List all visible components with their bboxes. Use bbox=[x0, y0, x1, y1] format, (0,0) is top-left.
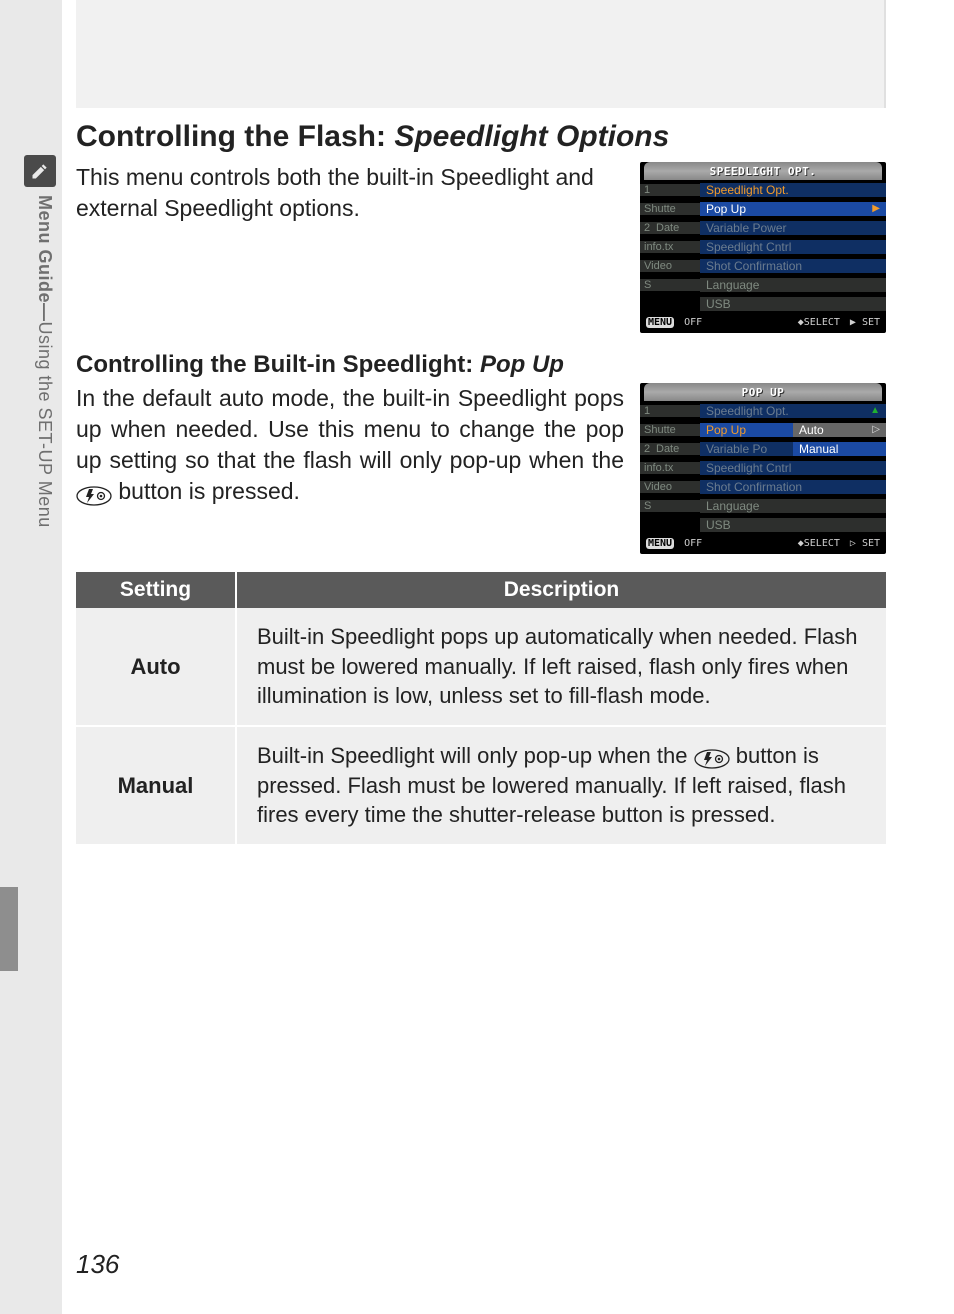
side-tab-label: Menu Guide—Using the SET-UP Menu bbox=[34, 195, 55, 528]
lcd2-r1l: Shutte bbox=[640, 424, 700, 436]
lcd2-r3l: info.tx bbox=[640, 462, 700, 474]
lcd2-set: SET bbox=[862, 538, 880, 549]
lcd1-side-s: S bbox=[644, 279, 656, 291]
lcd2-off: OFF bbox=[684, 538, 702, 549]
row-manual-desc: Built-in Speedlight will only pop-up whe… bbox=[236, 726, 886, 844]
lcd2-r1r: Auto bbox=[799, 423, 824, 437]
section2-heading-italic: Pop Up bbox=[480, 351, 564, 378]
section2-body-pre: In the default auto mode, the built-in S… bbox=[76, 385, 624, 473]
lcd2-r6: USB bbox=[700, 518, 886, 532]
table-row: Manual Built-in Speedlight will only pop… bbox=[76, 726, 886, 844]
lcd1-r3l: info.tx bbox=[640, 241, 700, 253]
section1-heading: Controlling the Flash: Speedlight Option… bbox=[76, 120, 886, 154]
section1-heading-plain: Controlling the Flash: bbox=[76, 120, 394, 153]
lcd1-r2r: Variable Power bbox=[700, 221, 886, 235]
lcd1-footer: MENU OFF ◆SELECT ▶ SET bbox=[640, 313, 886, 331]
lcd2-side-s: S bbox=[644, 500, 656, 512]
lcd2-r0: Speedlight Opt. bbox=[706, 404, 789, 418]
settings-table: Setting Description Auto Built-in Speedl… bbox=[76, 572, 886, 844]
section1-heading-italic: Speedlight Options bbox=[394, 120, 669, 153]
top-gray-block bbox=[76, 0, 886, 108]
section2-body-post: button is pressed. bbox=[112, 478, 300, 504]
th-setting: Setting bbox=[76, 572, 236, 608]
section2-heading: Controlling the Built-in Speedlight: Pop… bbox=[76, 351, 886, 379]
lcd1-r6: USB bbox=[700, 297, 886, 311]
section2-body: In the default auto mode, the built-in S… bbox=[76, 383, 624, 507]
lcd1-r0: Speedlight Opt. bbox=[700, 183, 886, 197]
th-desc: Description bbox=[236, 572, 886, 608]
lcd2-title: POP UP bbox=[644, 383, 882, 401]
flash-redeye-icon bbox=[76, 483, 112, 503]
lcd-popup: POP UP 1 Speedlight Opt. ▲ ShuttePop Up Aut… bbox=[640, 383, 886, 554]
lcd2-side-2: 2 bbox=[644, 443, 656, 455]
page-number: 136 bbox=[76, 1249, 119, 1280]
lcd2-r2l: Date bbox=[656, 443, 679, 455]
lcd1-r4l: Video bbox=[640, 260, 700, 272]
lcd1-r4r: Shot Confirmation bbox=[700, 259, 886, 273]
section2-heading-plain: Controlling the Built-in Speedlight: bbox=[76, 351, 480, 378]
lcd1-select: SELECT bbox=[804, 317, 840, 328]
triangle-right-icon: ▶ bbox=[872, 203, 886, 214]
side-rail-accent bbox=[0, 887, 18, 971]
lcd2-r1m: Pop Up bbox=[700, 423, 793, 437]
lcd1-title: SPEEDLIGHT OPT. bbox=[644, 162, 882, 180]
row-manual-label: Manual bbox=[76, 726, 236, 844]
lcd1-side-1: 1 bbox=[644, 184, 656, 196]
lcd1-r2l: Date bbox=[656, 222, 679, 234]
lcd2-select: SELECT bbox=[804, 538, 840, 549]
lcd1-off: OFF bbox=[684, 317, 702, 328]
triangle-up-icon: ▲ bbox=[870, 405, 886, 416]
lcd1-r5: Language bbox=[700, 278, 886, 292]
side-tab-prefix: Menu Guide— bbox=[35, 195, 55, 322]
lcd2-r2m: Variable Po bbox=[700, 442, 793, 456]
lcd2-footer: MENU OFF ◆SELECT ▷ SET bbox=[640, 534, 886, 552]
row-manual-desc-pre: Built-in Speedlight will only pop-up whe… bbox=[257, 743, 694, 768]
triangle-right-icon: ▷ bbox=[872, 424, 886, 435]
flash-redeye-icon bbox=[694, 747, 730, 767]
pencil-icon bbox=[24, 155, 56, 187]
lcd2-r2r: Manual bbox=[793, 442, 886, 456]
side-tab-suffix: Using the SET-UP Menu bbox=[35, 322, 55, 528]
row-auto-label: Auto bbox=[76, 608, 236, 726]
lcd2-menu: MENU bbox=[646, 538, 674, 549]
section1-body: This menu controls both the built-in Spe… bbox=[76, 162, 624, 224]
lcd1-r1r: Pop Up bbox=[706, 202, 746, 216]
row-auto-desc: Built-in Speedlight pops up automaticall… bbox=[236, 608, 886, 726]
lcd1-set: SET bbox=[862, 317, 880, 328]
lcd-speedlight-opt: SPEEDLIGHT OPT. 1 Speedlight Opt. Shutte P… bbox=[640, 162, 886, 333]
lcd1-r1l: Shutte bbox=[640, 203, 700, 215]
lcd2-r5: Language bbox=[700, 499, 886, 513]
lcd2-r4m: Shot Confirmation bbox=[700, 480, 886, 494]
lcd2-r3m: Speedlight Cntrl bbox=[700, 461, 886, 475]
lcd1-menu: MENU bbox=[646, 317, 674, 328]
table-row: Auto Built-in Speedlight pops up automat… bbox=[76, 608, 886, 726]
lcd1-r3r: Speedlight Cntrl bbox=[700, 240, 886, 254]
lcd2-r4l: Video bbox=[640, 481, 700, 493]
lcd2-side-1: 1 bbox=[644, 405, 656, 417]
lcd1-side-2: 2 bbox=[644, 222, 656, 234]
